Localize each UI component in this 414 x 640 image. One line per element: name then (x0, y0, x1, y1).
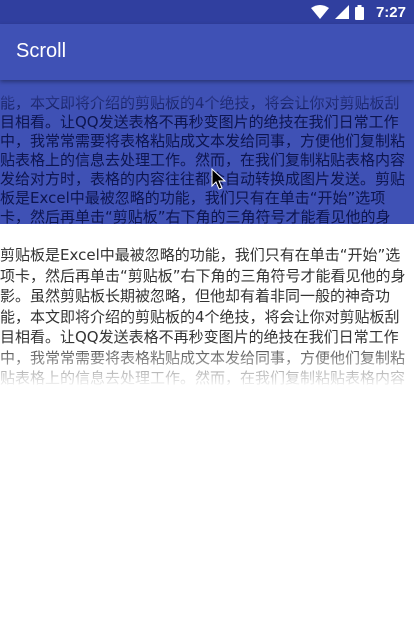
cellular-signal-icon (334, 5, 349, 19)
app-bar: Scroll (0, 24, 414, 80)
status-bar: 7:27 (0, 0, 414, 24)
status-icons: 7:27 (310, 2, 406, 22)
battery-icon (354, 4, 364, 20)
bottom-scroll-view[interactable]: 剪贴板是Excel中最被忽略的功能，我们只有在单击“开始”选项卡，然后再单击“剪… (0, 224, 414, 388)
bottom-fading-edge (0, 342, 414, 388)
top-fading-edge (0, 80, 414, 116)
app-title: Scroll (16, 40, 67, 62)
wifi-icon (310, 5, 329, 19)
status-time: 7:27 (375, 3, 406, 21)
mouse-pointer-icon (211, 168, 227, 190)
top-scroll-view[interactable]: 能，本文即将介绍的剪贴板的4个绝技，将会让你对剪贴板刮目相看。让QQ发送表格不再… (0, 80, 414, 224)
empty-content-area (0, 388, 414, 640)
